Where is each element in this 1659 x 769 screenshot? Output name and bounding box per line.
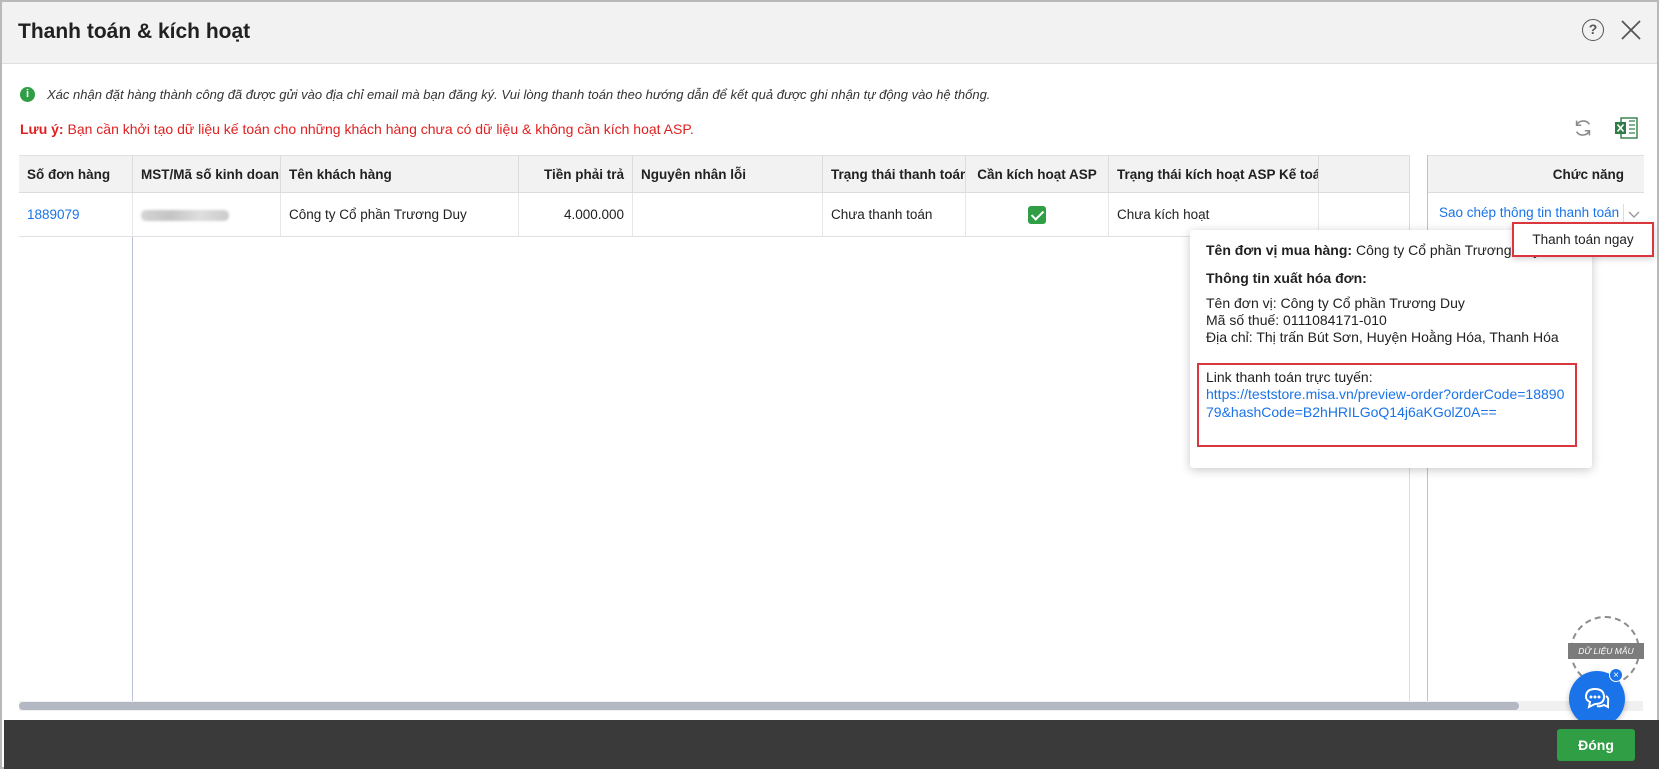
payment-activation-dialog: Thanh toán & kích hoạt ? i Xác nhận đặt …: [0, 0, 1659, 769]
copy-payment-info-button[interactable]: Sao chép thông tin thanh toán: [1439, 205, 1619, 220]
payment-info-tooltip: Tên đơn vị mua hàng: Công ty Cổ phần Trư…: [1190, 230, 1592, 468]
tax-code-redacted: [133, 193, 281, 236]
chevron-down-icon[interactable]: [1627, 208, 1641, 220]
close-icon[interactable]: [1619, 18, 1643, 42]
col-asp-status[interactable]: Trạng thái kích hoạt ASP Kế toán: [1109, 156, 1319, 193]
note-label: Lưu ý:: [20, 121, 64, 137]
amount-due: 4.000.000: [519, 193, 633, 236]
pay-now-menu-item[interactable]: Thanh toán ngay: [1512, 222, 1654, 257]
payment-link-highlight: Link thanh toán trực tuyến: https://test…: [1197, 363, 1577, 447]
asp-required-checkbox[interactable]: [1028, 206, 1046, 225]
excel-export-icon[interactable]: [1614, 117, 1638, 139]
invoice-tax-code: Mã số thuế: 0111084171-010: [1206, 312, 1387, 328]
payment-status: Chưa thanh toán: [823, 193, 966, 236]
refresh-icon[interactable]: [1572, 117, 1594, 139]
error-reason: [633, 193, 823, 236]
warning-note: Lưu ý: Bạn cần khởi tạo dữ liệu kế toán …: [20, 121, 694, 137]
help-icon[interactable]: ?: [1582, 19, 1604, 41]
invoice-unit-name: Tên đơn vị: Công ty Cổ phần Trương Duy: [1206, 295, 1465, 311]
payment-link[interactable]: https://teststore.misa.vn/preview-order?…: [1206, 386, 1570, 421]
info-message: i Xác nhận đặt hàng thành công đã được g…: [20, 85, 990, 103]
chat-icon: [1584, 687, 1610, 709]
sample-data-label: DỮ LIỆU MẪU: [1568, 643, 1644, 659]
chat-dismiss-icon[interactable]: ×: [1609, 668, 1623, 682]
info-icon: i: [20, 86, 35, 102]
invoice-address: Địa chỉ: Thị trấn Bút Sơn, Huyện Hoằng H…: [1206, 329, 1559, 345]
customer-name: Công ty Cổ phần Trương Duy: [281, 193, 519, 236]
col-customer-name[interactable]: Tên khách hàng: [281, 156, 519, 193]
col-amount[interactable]: Tiền phải trả: [519, 156, 633, 193]
scrollbar-thumb[interactable]: [19, 702, 1519, 710]
order-number-link[interactable]: 1889079: [19, 193, 133, 236]
close-button[interactable]: Đóng: [1557, 729, 1635, 761]
col-actions: Chức năng: [1428, 155, 1644, 193]
buyer-line: Tên đơn vị mua hàng: Công ty Cổ phần Trư…: [1206, 242, 1540, 258]
table-header: Số đơn hàng MST/Mã số kinh doanh Tên khá…: [19, 155, 1643, 193]
dialog-header: Thanh toán & kích hoạt ?: [2, 2, 1657, 64]
dialog-title: Thanh toán & kích hoạt: [18, 20, 251, 43]
dialog-footer: Đóng: [4, 720, 1659, 769]
invoice-heading: Thông tin xuất hóa đơn:: [1206, 270, 1367, 286]
col-payment-status[interactable]: Trạng thái thanh toán: [823, 156, 966, 193]
col-error-reason[interactable]: Nguyên nhân lỗi: [633, 156, 823, 193]
frozen-column-divider: [132, 193, 133, 701]
col-order-number[interactable]: Số đơn hàng: [19, 156, 133, 193]
col-tax-code[interactable]: MST/Mã số kinh doanh: [133, 156, 281, 193]
info-message-text: Xác nhận đặt hàng thành công đã được gửi…: [47, 86, 991, 102]
col-asp-required[interactable]: Cần kích hoạt ASP: [966, 156, 1109, 193]
horizontal-scrollbar[interactable]: [19, 701, 1643, 711]
note-text: Bạn cần khởi tạo dữ liệu kế toán cho nhữ…: [63, 121, 694, 137]
buyer-label: Tên đơn vị mua hàng:: [1206, 242, 1353, 258]
dropdown-separator: [1623, 204, 1624, 224]
chat-support-button[interactable]: ×: [1569, 668, 1625, 727]
asp-required-cell: [966, 193, 1109, 236]
payment-link-label: Link thanh toán trực tuyến:: [1206, 369, 1373, 385]
